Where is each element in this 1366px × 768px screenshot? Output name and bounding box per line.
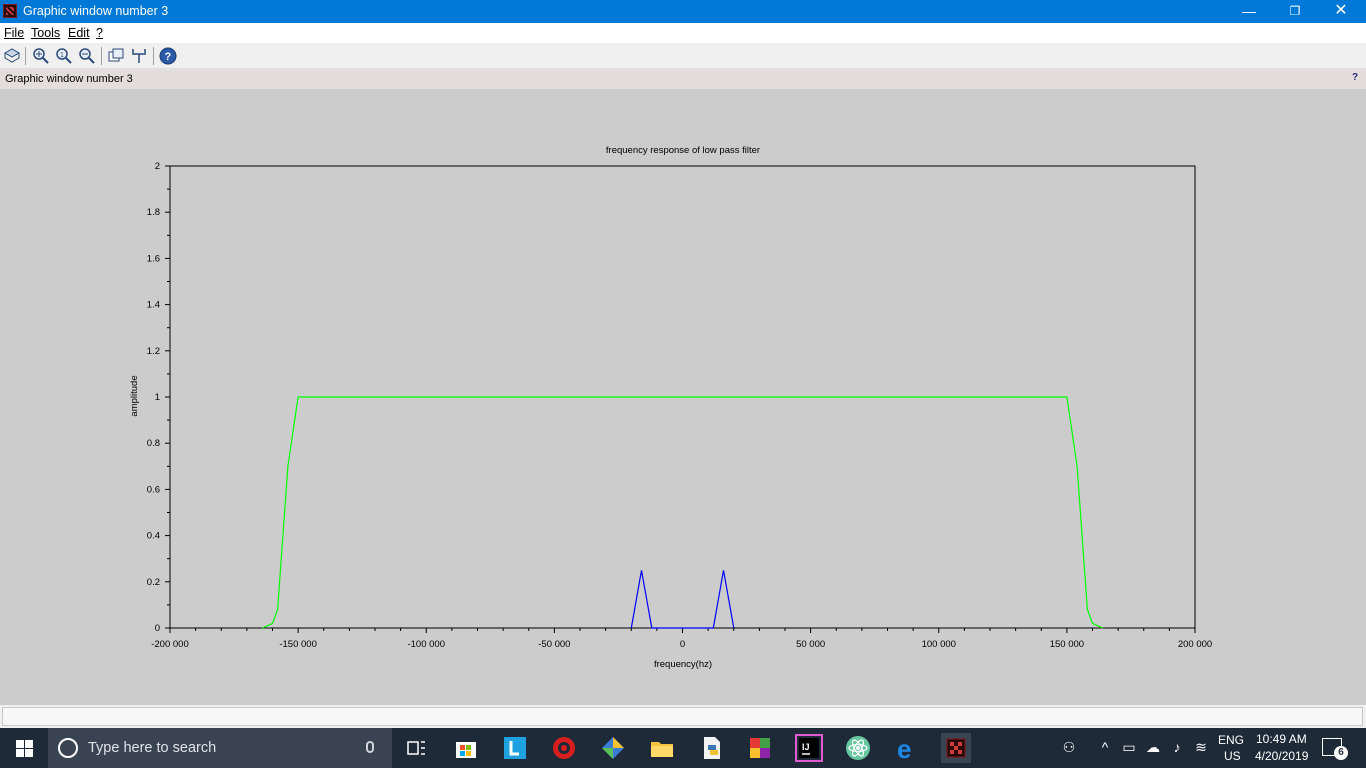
x-tick-label: 50 000 xyxy=(796,639,825,650)
y-tick-label: 0.4 xyxy=(147,531,160,542)
toolbar: 1 ? xyxy=(0,43,1366,69)
volume-icon[interactable]: ♪ xyxy=(1168,738,1186,756)
notification-count: 6 xyxy=(1334,746,1348,760)
store-icon[interactable] xyxy=(451,733,481,763)
y-tick-label: 2 xyxy=(155,161,160,172)
scilab-app-icon xyxy=(3,4,17,18)
windows-logo-icon xyxy=(16,749,24,757)
microphone-icon[interactable] xyxy=(366,741,374,753)
language-code[interactable]: ENG xyxy=(1218,733,1244,747)
x-tick-label: -100 000 xyxy=(407,639,445,650)
unzoom-icon[interactable]: 1 xyxy=(55,47,73,65)
svg-text:e: e xyxy=(897,734,911,763)
start-button[interactable] xyxy=(0,728,48,768)
minimize-button[interactable]: — xyxy=(1226,0,1272,23)
toolbar-separator xyxy=(101,47,102,65)
plot-svg: frequency response of low pass filter fr… xyxy=(129,145,1212,670)
window-titlebar[interactable]: Graphic window number 3 — ❐ ✕ xyxy=(0,0,1366,23)
diamond-app-icon[interactable] xyxy=(598,733,628,763)
toolbar-separator xyxy=(25,47,26,65)
y-tick-label: 1 xyxy=(155,392,160,403)
edge-icon[interactable]: e xyxy=(892,733,922,763)
people-icon[interactable]: ⚇ xyxy=(1060,738,1078,756)
file-explorer-icon[interactable] xyxy=(647,733,677,763)
x-tick-label: -200 000 xyxy=(151,639,189,650)
y-tick-label: 0.2 xyxy=(147,577,160,588)
menu-tools[interactable]: Tools xyxy=(31,26,60,40)
toolbar-separator xyxy=(153,47,154,65)
y-tick-label: 1.8 xyxy=(147,207,160,218)
figure-help-button[interactable]: ? xyxy=(1352,72,1358,83)
y-tick-label: 0.6 xyxy=(147,484,160,495)
zoom-icon[interactable] xyxy=(32,47,50,65)
menu-help[interactable]: ? xyxy=(96,26,103,40)
taskbar: Type here to search IJ e ⚇ ^ ▭ ☁ ♪ ≋ ENG… xyxy=(0,728,1366,768)
taskbar-search[interactable]: Type here to search xyxy=(48,728,392,768)
menu-edit[interactable]: Edit xyxy=(68,26,90,40)
y-axis-label: amplitude xyxy=(129,375,140,416)
x-tick-label: 200 000 xyxy=(1178,639,1212,650)
task-view-icon[interactable] xyxy=(401,733,431,763)
figure-header: Graphic window number 3 ? xyxy=(0,69,1366,89)
python-file-icon[interactable] xyxy=(696,733,726,763)
onedrive-icon[interactable]: ☁ xyxy=(1144,738,1162,756)
axis-ticks: -200 000 -150 000 -100 000 -50 000 0 50 000 10… xyxy=(147,161,1212,650)
intellij-icon[interactable]: IJ xyxy=(794,733,824,763)
windows-logo-icon xyxy=(16,740,24,748)
windows-logo-icon xyxy=(25,740,33,748)
svg-text:?: ? xyxy=(165,51,172,63)
restore-button[interactable]: ❐ xyxy=(1272,0,1318,23)
x-tick-label: -50 000 xyxy=(538,639,570,650)
clock-time[interactable]: 10:49 AM xyxy=(1256,732,1307,746)
rotate-icon[interactable] xyxy=(107,47,125,65)
y-tick-label: 1.2 xyxy=(147,346,160,357)
window-title: Graphic window number 3 xyxy=(23,4,169,18)
datatip-icon[interactable] xyxy=(3,47,21,65)
battery-icon[interactable]: ▭ xyxy=(1120,738,1138,756)
close-button[interactable]: ✕ xyxy=(1318,0,1364,23)
windows-logo-icon xyxy=(25,749,33,757)
x-tick-label: -150 000 xyxy=(279,639,317,650)
chevron-up-icon[interactable]: ^ xyxy=(1096,738,1114,756)
search-placeholder: Type here to search xyxy=(88,740,217,756)
l-app-icon[interactable] xyxy=(500,733,530,763)
series-line-1 xyxy=(262,396,1104,629)
menu-bar: File Tools Edit ? xyxy=(0,23,1366,43)
figure-title: Graphic window number 3 xyxy=(5,73,133,85)
chart-title: frequency response of low pass filter xyxy=(606,145,760,156)
colorful-app-icon[interactable] xyxy=(745,733,775,763)
x-tick-label: 0 xyxy=(680,639,685,650)
scilab-taskbar-icon[interactable] xyxy=(941,733,971,763)
edit-axes-icon[interactable] xyxy=(130,47,148,65)
y-tick-label: 1.6 xyxy=(147,253,160,264)
red-app-icon[interactable] xyxy=(549,733,579,763)
y-tick-label: 0.8 xyxy=(147,438,160,449)
help-icon[interactable]: ? xyxy=(159,47,177,65)
svg-text:IJ: IJ xyxy=(802,742,810,752)
y-tick-label: 1.4 xyxy=(147,300,160,311)
status-field xyxy=(2,707,1363,726)
series-layer xyxy=(262,396,1104,629)
series-line-2 xyxy=(630,570,735,629)
cortana-icon xyxy=(58,738,78,758)
x-tick-label: 150 000 xyxy=(1050,639,1084,650)
atom-icon[interactable] xyxy=(843,733,873,763)
zoom-out-icon[interactable] xyxy=(78,47,96,65)
clock-date[interactable]: 4/20/2019 xyxy=(1255,749,1308,763)
y-tick-label: 0 xyxy=(155,623,160,634)
x-tick-label: 100 000 xyxy=(922,639,956,650)
x-axis-label: frequency(hz) xyxy=(654,659,712,670)
plot-canvas[interactable]: frequency response of low pass filter fr… xyxy=(0,89,1366,705)
svg-text:1: 1 xyxy=(60,52,64,59)
status-bar xyxy=(0,705,1366,728)
language-region[interactable]: US xyxy=(1224,749,1241,763)
wifi-icon[interactable]: ≋ xyxy=(1192,738,1210,756)
menu-file[interactable]: File xyxy=(4,26,24,40)
